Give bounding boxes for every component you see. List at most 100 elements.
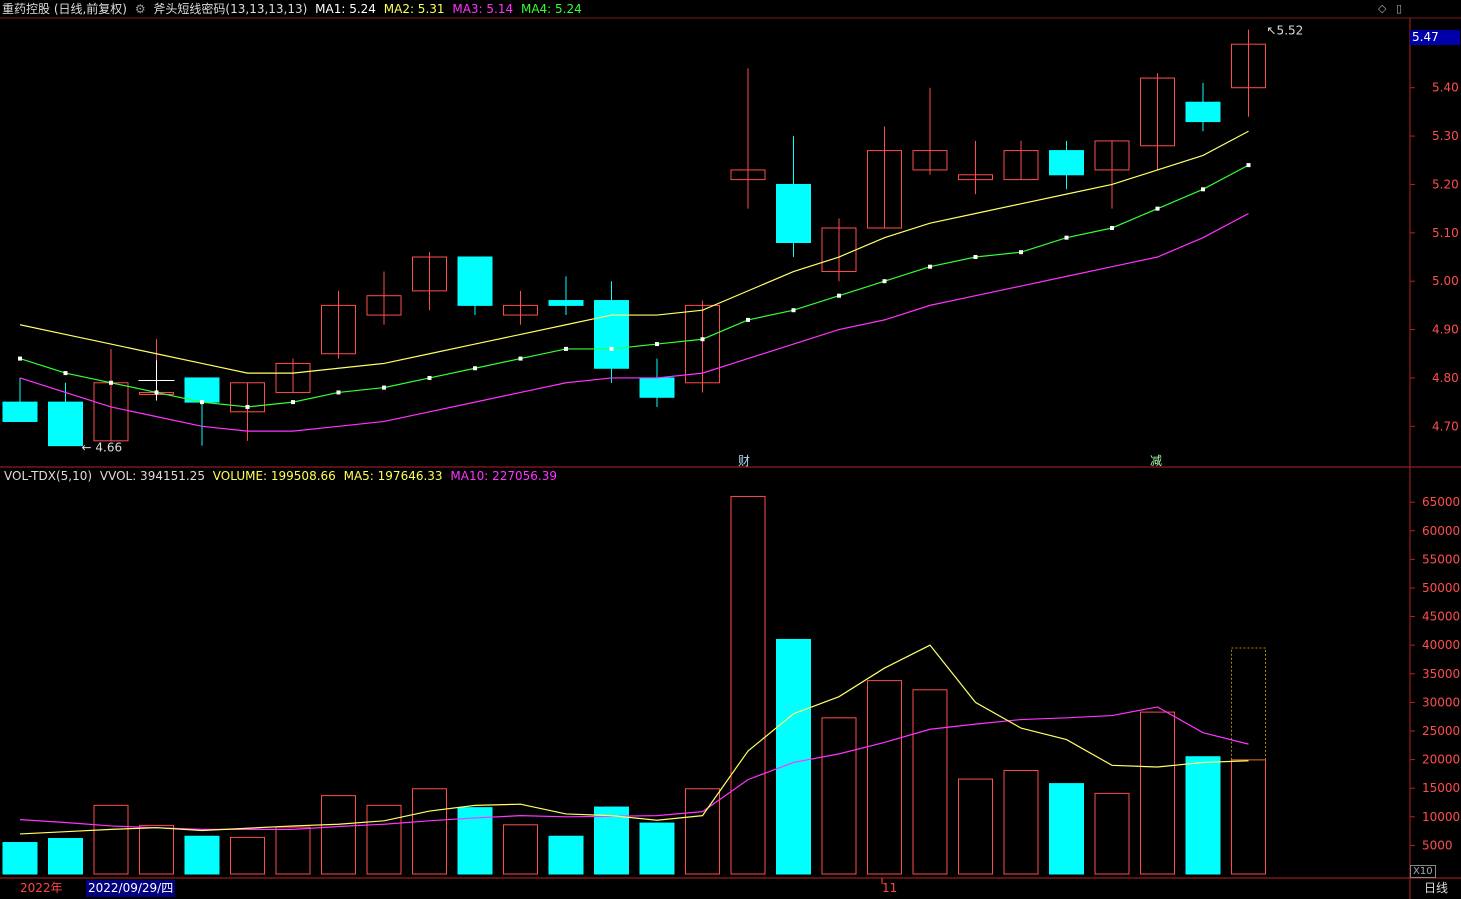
volume-bar bbox=[685, 788, 720, 875]
vol-ma5-label: MA5: 197646.33 bbox=[343, 469, 443, 483]
volume-tick-label: 55000 bbox=[1422, 552, 1460, 566]
ma-green-line-point bbox=[382, 385, 386, 390]
ma-green-line-point bbox=[109, 380, 113, 385]
volume-tick-label: 50000 bbox=[1422, 581, 1460, 595]
high-price-annotation: ↖5.52 bbox=[1267, 24, 1304, 38]
ma-green-line-point bbox=[1064, 235, 1069, 240]
volume-bar bbox=[48, 838, 83, 875]
volume-panel-header: VOL-TDX(5,10) VVOL: 394151.25 VOLUME: 19… bbox=[4, 467, 561, 485]
vol-indicator-name[interactable]: VOL-TDX(5,10) bbox=[4, 469, 92, 483]
stock-title[interactable]: 重药控股 (日线,前复权) bbox=[2, 2, 127, 16]
volume-bar bbox=[230, 836, 265, 875]
volume-bar bbox=[776, 638, 811, 875]
ma-green-line-point bbox=[564, 346, 568, 351]
volume-estimate-bar bbox=[1231, 647, 1266, 761]
ma2-label: MA2: 5.31 bbox=[383, 2, 445, 16]
period-tab[interactable]: 日线 bbox=[1424, 880, 1448, 897]
volume-tick-label: 35000 bbox=[1422, 667, 1460, 681]
ma-green-line-point bbox=[245, 404, 250, 409]
signal-marker-2[interactable]: 减 bbox=[1150, 452, 1162, 469]
ma-green-line-point bbox=[473, 366, 477, 371]
ma-green-line-point bbox=[1019, 250, 1023, 255]
volume-tick-label: 60000 bbox=[1422, 524, 1460, 538]
ma4-label: MA4: 5.24 bbox=[520, 2, 582, 16]
ma-green-line-point bbox=[1110, 225, 1114, 230]
volume-bar bbox=[1003, 769, 1039, 875]
candle-body bbox=[776, 183, 811, 244]
indicator-settings-icon[interactable]: ⚙ bbox=[135, 2, 146, 16]
price-tick-label: 5.20 bbox=[1432, 177, 1459, 191]
signal-marker-1[interactable]: 财 bbox=[738, 452, 750, 469]
vvol-label: VVOL: 394151.25 bbox=[99, 469, 205, 483]
ma-green-line-point bbox=[837, 293, 841, 298]
price-tick-label: 5.00 bbox=[1432, 274, 1459, 288]
ma-green-line-point bbox=[18, 356, 22, 361]
ma-green-line-point bbox=[291, 400, 295, 405]
ma-green-line-point bbox=[1155, 206, 1160, 211]
volume-bar bbox=[321, 795, 356, 875]
ma-green-line-point bbox=[882, 279, 887, 284]
ma-green-line-point bbox=[655, 342, 659, 347]
low-price-annotation: ← 4.66 bbox=[82, 441, 123, 455]
candle-body bbox=[639, 377, 675, 398]
ma1-label: MA1: 5.24 bbox=[315, 2, 376, 16]
volume-label: VOLUME: 199508.66 bbox=[212, 469, 336, 483]
candle-body bbox=[1185, 101, 1221, 123]
volume-bar bbox=[1231, 759, 1266, 875]
volume-tick-label: 10000 bbox=[1422, 810, 1460, 824]
month-label: 11 bbox=[882, 881, 898, 895]
ma-green-line-point bbox=[518, 356, 523, 361]
ma-green-line-point bbox=[791, 308, 796, 313]
cursor-date-label: 2022/09/29/四 bbox=[86, 880, 176, 897]
volume-bar bbox=[1094, 792, 1130, 875]
price-tick-label: 4.70 bbox=[1432, 419, 1459, 433]
ma-green-line-point bbox=[200, 400, 204, 405]
volume-bar bbox=[275, 826, 311, 875]
volume-bar bbox=[1140, 711, 1175, 875]
current-price-badge: 5.47 bbox=[1410, 30, 1460, 45]
diamond-icon[interactable]: ◇ bbox=[1378, 2, 1386, 15]
volume-bar bbox=[958, 778, 993, 875]
volume-bar bbox=[1049, 783, 1084, 875]
window-icon[interactable]: ▯ bbox=[1396, 2, 1402, 15]
volume-bar bbox=[412, 788, 447, 875]
volume-bar bbox=[366, 804, 402, 875]
volume-tick-label: 30000 bbox=[1422, 695, 1460, 709]
volume-bar bbox=[867, 680, 902, 875]
ma-green-line-point bbox=[973, 255, 978, 260]
volume-tick-label: 65000 bbox=[1422, 495, 1460, 509]
candle-body bbox=[457, 256, 493, 306]
ma3-label: MA3: 5.14 bbox=[452, 2, 514, 16]
candle-body bbox=[594, 300, 629, 369]
ma-green-line-point bbox=[427, 375, 432, 380]
volume-bar bbox=[1185, 756, 1221, 875]
chart-canvas[interactable]: 5.505.405.305.205.105.004.904.804.706500… bbox=[0, 0, 1461, 899]
vol-ma10-label: MA10: 227056.39 bbox=[450, 469, 557, 483]
volume-tick-label: 20000 bbox=[1422, 753, 1460, 767]
ma-green-line-point bbox=[1246, 163, 1251, 168]
volume-bar bbox=[139, 824, 174, 875]
stock-chart-window: 5.505.405.305.205.105.004.904.804.706500… bbox=[0, 0, 1461, 899]
volume-bar bbox=[548, 835, 584, 875]
volume-bar bbox=[2, 842, 38, 875]
volume-tick-label: 45000 bbox=[1422, 610, 1460, 624]
price-tick-label: 5.40 bbox=[1432, 81, 1459, 95]
price-tick-label: 5.10 bbox=[1432, 226, 1459, 240]
ma-green-line-point bbox=[1201, 187, 1205, 192]
price-tick-label: 4.90 bbox=[1432, 323, 1459, 337]
volume-bar bbox=[821, 717, 857, 875]
ma-green-line-point bbox=[700, 337, 705, 342]
candle-body bbox=[2, 401, 38, 422]
volume-bar bbox=[912, 689, 948, 875]
price-tick-label: 5.30 bbox=[1432, 129, 1459, 143]
ma-green-line-point bbox=[336, 390, 341, 395]
candle-body bbox=[1049, 150, 1084, 176]
ma-green-line bbox=[19, 164, 1249, 408]
volume-bar bbox=[639, 822, 675, 875]
volume-bar bbox=[93, 804, 129, 875]
year-label: 2022年 bbox=[20, 881, 63, 895]
indicator-name[interactable]: 斧头短线密码(13,13,13,13) bbox=[153, 2, 307, 16]
ma-green-line-point bbox=[609, 346, 614, 351]
price-panel-header: 重药控股 (日线,前复权) ⚙ 斧头短线密码(13,13,13,13) MA1:… bbox=[2, 0, 586, 18]
volume-unit-label: X10 bbox=[1410, 865, 1436, 878]
